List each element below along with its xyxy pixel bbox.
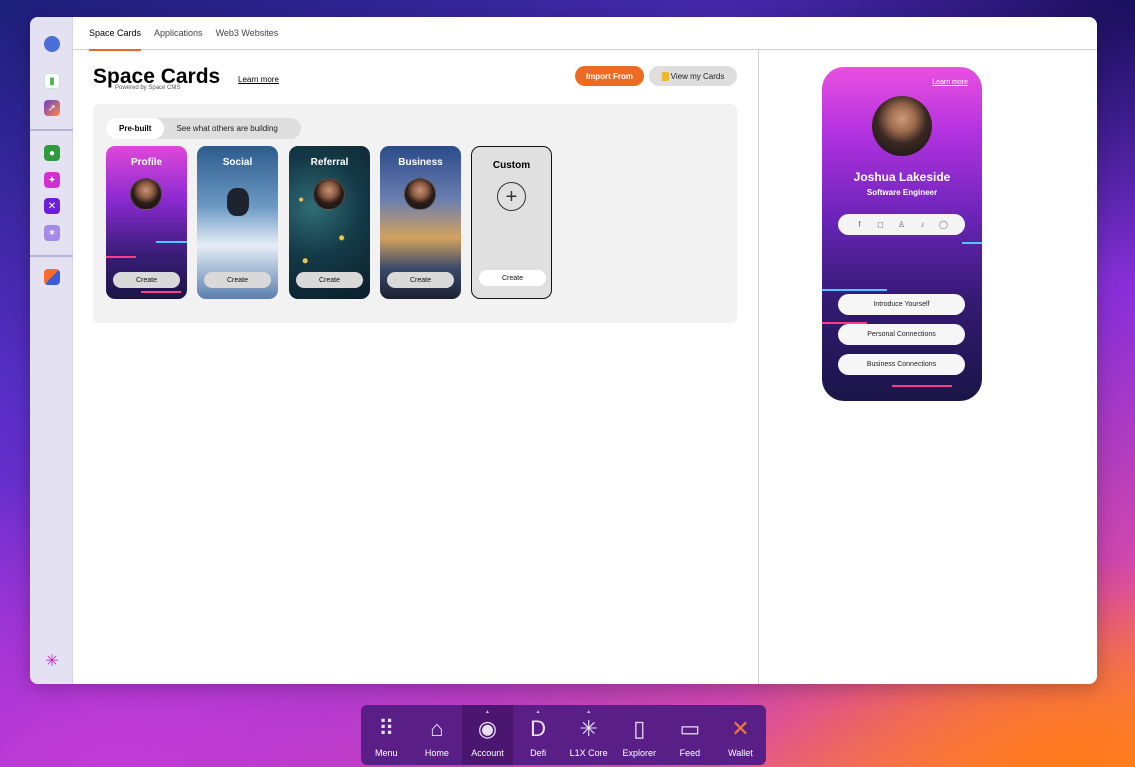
indicator-icon: ▲: [485, 709, 490, 715]
view-my-cards-label: View my Cards: [670, 71, 725, 81]
wallet-icon: ✕: [731, 716, 750, 741]
launch-icon[interactable]: ➚: [44, 100, 60, 116]
preview-learn-more-link[interactable]: Learn more: [932, 79, 968, 86]
dock-wallet[interactable]: ✕ Wallet: [715, 705, 766, 765]
import-from-button[interactable]: Import From: [575, 66, 644, 86]
dock-label: L1X Core: [569, 748, 608, 758]
personal-connections-button[interactable]: Personal Connections: [838, 324, 965, 345]
avatar: [313, 178, 345, 210]
indicator-icon: ▲: [586, 709, 592, 715]
card-title: Social: [222, 157, 253, 168]
dock-menu[interactable]: ⠿ Menu: [361, 705, 412, 765]
apps-icon[interactable]: [44, 269, 60, 285]
dock-defi[interactable]: ▲ D Defi: [513, 705, 564, 765]
preview-name: Joshua Lakeside: [853, 170, 951, 184]
dock-home[interactable]: ⌂ Home: [412, 705, 463, 765]
grid-icon: ⠿: [378, 716, 395, 741]
avatar: [872, 96, 932, 156]
powered-by-text: Powered by Space CMS: [115, 85, 181, 91]
neon-line: [892, 385, 952, 387]
profile-icon[interactable]: [44, 36, 60, 52]
rail-divider: [30, 255, 73, 257]
stars-icon[interactable]: ✦: [44, 172, 60, 188]
card-title: Referral: [310, 157, 349, 168]
dock-explorer[interactable]: ▯ Explorer: [614, 705, 665, 765]
dock-label: Account: [471, 748, 504, 758]
l1x-logo-icon[interactable]: ✳: [44, 653, 60, 670]
l1x-icon: ✳: [579, 716, 598, 741]
dock-l1x-core[interactable]: ▲ ✳ L1X Core: [563, 705, 614, 765]
tiktok-icon[interactable]: ♪: [917, 220, 928, 229]
dock-feed[interactable]: ▭ Feed: [665, 705, 716, 765]
card-title: Custom: [492, 160, 531, 171]
card-social[interactable]: Social Create: [197, 146, 278, 299]
card-profile[interactable]: Profile Create: [106, 146, 187, 299]
dock-label: Defi: [530, 748, 547, 758]
dock-label: Wallet: [728, 748, 753, 758]
tab-bar: Space Cards Applications Web3 Websites: [73, 17, 1097, 51]
preview-role: Software Engineer: [866, 188, 938, 197]
create-button[interactable]: Create: [387, 272, 454, 288]
plus-icon[interactable]: +: [497, 182, 526, 211]
card-preview: Learn more Joshua Lakeside Software Engi…: [822, 67, 982, 401]
segment-pre-built[interactable]: Pre-built: [106, 118, 165, 139]
dock-label: Explorer: [622, 748, 657, 758]
view-my-cards-button[interactable]: View my Cards: [649, 66, 737, 86]
skydiver-image: [227, 188, 249, 216]
dock: ⠿ Menu ⌂ Home ▲ ◉ Account ▲ D Defi ▲ ✳ L…: [361, 705, 766, 765]
graph-icon[interactable]: ✶: [44, 225, 60, 241]
left-rail: ▮ ➚ ● ✦ ✕ ✶ ✳: [30, 17, 73, 684]
card-business[interactable]: Business Create: [380, 146, 461, 299]
card-custom[interactable]: Custom + Create: [471, 146, 552, 299]
facebook-icon[interactable]: f: [854, 220, 865, 229]
analytics-icon[interactable]: ▮: [44, 73, 60, 89]
create-button[interactable]: Create: [204, 272, 271, 288]
community-icon[interactable]: ●: [44, 145, 60, 161]
avatar: [404, 178, 436, 210]
card-title: Profile: [130, 157, 163, 168]
snapchat-icon[interactable]: ♙: [896, 220, 907, 229]
create-button[interactable]: Create: [296, 272, 363, 288]
card-templates-panel: Pre-built See what others are building P…: [93, 104, 737, 323]
dock-label: Menu: [375, 748, 398, 758]
business-connections-button[interactable]: Business Connections: [838, 354, 965, 375]
indicator-icon: ▲: [535, 709, 541, 715]
introduce-yourself-button[interactable]: Introduce Yourself: [838, 294, 965, 315]
whatsapp-icon[interactable]: ◯: [938, 220, 949, 229]
tab-applications[interactable]: Applications: [154, 17, 203, 50]
main-content: Space Cards Powered by Space CMS Learn m…: [73, 50, 758, 684]
account-icon: ◉: [477, 716, 498, 741]
neon-line: [106, 256, 136, 258]
segment-others-building[interactable]: See what others are building: [164, 118, 289, 139]
dock-label: Home: [424, 748, 449, 758]
dock-account[interactable]: ▲ ◉ Account: [462, 705, 513, 765]
defi-icon: D: [530, 716, 547, 741]
neon-line: [141, 291, 181, 293]
network-icon[interactable]: ✕: [44, 198, 60, 214]
neon-line: [962, 242, 982, 244]
home-icon: ⌂: [430, 716, 444, 741]
create-button[interactable]: Create: [479, 270, 546, 286]
pane-divider: [758, 50, 759, 684]
dock-label: Feed: [679, 748, 701, 758]
tab-space-cards[interactable]: Space Cards: [89, 17, 142, 51]
neon-line: [156, 241, 187, 243]
rail-divider: [30, 129, 73, 131]
card-referral[interactable]: Referral Create: [289, 146, 370, 299]
learn-more-link[interactable]: Learn more: [238, 75, 279, 84]
create-button[interactable]: Create: [113, 272, 180, 288]
avatar: [130, 178, 162, 210]
template-filter: Pre-built See what others are building: [106, 118, 301, 139]
explorer-icon: ▯: [633, 716, 646, 741]
tab-web3-websites[interactable]: Web3 Websites: [216, 17, 279, 50]
instagram-icon[interactable]: ◻: [875, 220, 886, 229]
card-title: Business: [398, 157, 443, 168]
folder-icon: [661, 71, 669, 81]
neon-line: [822, 289, 887, 291]
social-links: f ◻ ♙ ♪ ◯: [838, 214, 965, 235]
feed-icon: ▭: [679, 716, 701, 741]
